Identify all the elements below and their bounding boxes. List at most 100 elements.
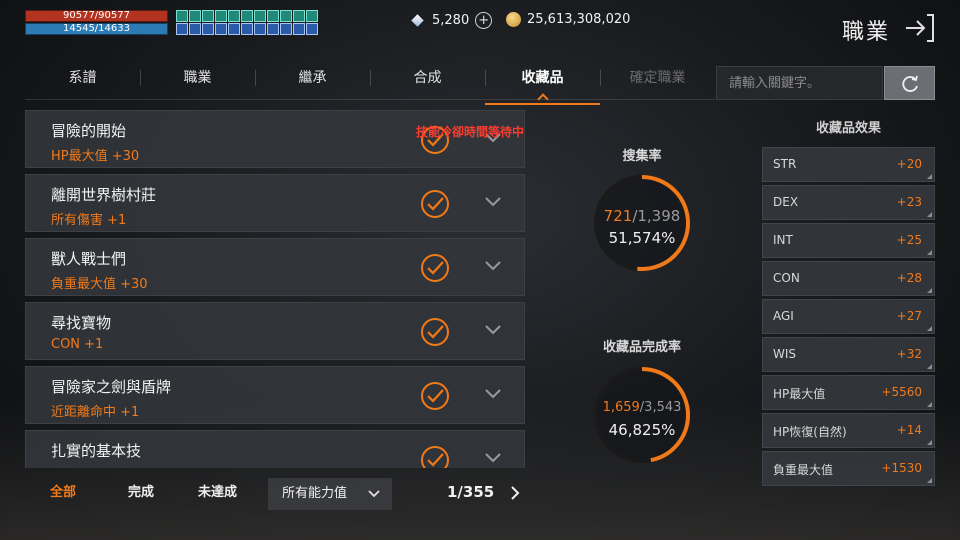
buff-icon[interactable] bbox=[202, 10, 214, 22]
effect-row[interactable]: HP最大值 +5560 bbox=[762, 375, 935, 410]
complete-rate-percent: 46,825% bbox=[608, 421, 676, 439]
effect-label: DEX bbox=[773, 195, 799, 209]
effect-row[interactable]: INT +25 bbox=[762, 223, 935, 258]
effect-row[interactable]: DEX +23 bbox=[762, 185, 935, 220]
tab-synthesis[interactable]: 合成 bbox=[370, 62, 485, 99]
chevron-down-icon[interactable] bbox=[484, 195, 502, 207]
dropdown-label: 所有能力值 bbox=[282, 486, 348, 501]
filter-all[interactable]: 全部 bbox=[50, 483, 76, 503]
item-bonus: HP最大值 +30 bbox=[51, 149, 140, 164]
stat-filter-dropdown[interactable]: 所有能力值 bbox=[268, 478, 392, 510]
item-name: 獸人戰士們 bbox=[51, 250, 127, 268]
page-indicator: 1/355 bbox=[447, 483, 495, 501]
effect-label: HP恢復(自然) bbox=[773, 425, 847, 439]
chevron-down-icon[interactable] bbox=[484, 387, 502, 399]
effect-row[interactable]: 負重最大值 +1530 bbox=[762, 451, 935, 486]
tab-confirm-class[interactable]: 確定職業 bbox=[600, 62, 715, 99]
tab-lineage[interactable]: 系譜 bbox=[25, 62, 140, 99]
effect-label: INT bbox=[773, 233, 793, 247]
collection-list[interactable]: 冒險的開始 HP最大值 +30 離開世界樹村莊 所有傷害 +1 獸人戰士們 負重… bbox=[25, 110, 525, 468]
collection-item[interactable]: 扎實的基本技 bbox=[25, 430, 525, 468]
buff-icon[interactable] bbox=[254, 23, 266, 35]
filter-done[interactable]: 完成 bbox=[128, 483, 154, 503]
effects-title: 收藏品效果 bbox=[815, 121, 881, 136]
item-name: 尋找寶物 bbox=[51, 314, 112, 332]
item-bonus: 所有傷害 +1 bbox=[51, 213, 127, 228]
effect-value: +20 bbox=[896, 157, 922, 171]
effect-row[interactable]: HP恢復(自然) +14 bbox=[762, 413, 935, 448]
buff-icon[interactable] bbox=[241, 23, 253, 35]
effect-row[interactable]: AGI +27 bbox=[762, 299, 935, 334]
buff-icon[interactable] bbox=[280, 10, 292, 22]
effect-value: +32 bbox=[896, 347, 922, 361]
tab-class[interactable]: 職業 bbox=[140, 62, 255, 99]
check-icon[interactable] bbox=[420, 381, 450, 411]
buff-icon[interactable] bbox=[280, 23, 292, 35]
refresh-button[interactable] bbox=[884, 66, 935, 100]
check-icon[interactable] bbox=[420, 189, 450, 219]
effect-row[interactable]: CON +28 bbox=[762, 261, 935, 296]
effect-label: WIS bbox=[773, 347, 797, 361]
diamond-icon bbox=[410, 14, 426, 28]
exit-icon[interactable] bbox=[904, 12, 936, 44]
effect-label: STR bbox=[773, 157, 797, 171]
effect-value: +5560 bbox=[881, 385, 922, 399]
effect-value: +27 bbox=[896, 309, 922, 323]
tab-collection[interactable]: 收藏品 bbox=[485, 62, 600, 105]
check-icon[interactable] bbox=[420, 253, 450, 283]
buff-icon[interactable] bbox=[306, 10, 318, 22]
effect-label: AGI bbox=[773, 309, 794, 323]
collection-item[interactable]: 尋找寶物 CON +1 bbox=[25, 302, 525, 360]
complete-rate-ring bbox=[594, 367, 690, 463]
effect-label: CON bbox=[773, 271, 800, 285]
buff-icon[interactable] bbox=[176, 10, 188, 22]
gold-currency: 25,613,308,020 bbox=[506, 12, 630, 27]
collection-item[interactable]: 離開世界樹村莊 所有傷害 +1 bbox=[25, 174, 525, 232]
collect-rate-count: 721/1,398 bbox=[603, 207, 681, 225]
buff-icon[interactable] bbox=[189, 23, 201, 35]
coin-icon bbox=[506, 12, 521, 27]
buff-icon[interactable] bbox=[241, 10, 253, 22]
complete-rate-count: 1,659/3,543 bbox=[602, 400, 682, 415]
hp-bar: 90577/90577 bbox=[25, 10, 168, 22]
buff-icon[interactable] bbox=[254, 10, 266, 22]
collection-item[interactable]: 獸人戰士們 負重最大值 +30 bbox=[25, 238, 525, 296]
buff-icon[interactable] bbox=[267, 23, 279, 35]
buff-icon[interactable] bbox=[202, 23, 214, 35]
tab-inherit[interactable]: 繼承 bbox=[255, 62, 370, 99]
filter-undone[interactable]: 未達成 bbox=[198, 483, 237, 503]
chevron-down-icon[interactable] bbox=[484, 259, 502, 271]
effect-value: +14 bbox=[896, 423, 922, 437]
chevron-down-icon[interactable] bbox=[484, 451, 502, 463]
effect-value: +23 bbox=[896, 195, 922, 209]
buff-icon[interactable] bbox=[215, 23, 227, 35]
buff-icon[interactable] bbox=[267, 10, 279, 22]
effects-list: STR +20 DEX +23 INT +25 CON +28 AGI +27 WIS +3… bbox=[762, 147, 935, 489]
collection-item[interactable]: 冒險家之劍與盾牌 近距離命中 +1 bbox=[25, 366, 525, 424]
buff-icon[interactable] bbox=[306, 23, 318, 35]
effect-value: +25 bbox=[896, 233, 922, 247]
buff-icon[interactable] bbox=[176, 23, 188, 35]
complete-rate-title: 收藏品完成率 bbox=[602, 340, 681, 355]
buff-icon[interactable] bbox=[293, 23, 305, 35]
buff-icons[interactable] bbox=[176, 10, 318, 36]
effect-row[interactable]: STR +20 bbox=[762, 147, 935, 182]
check-icon[interactable] bbox=[420, 317, 450, 347]
gold-amount: 25,613,308,020 bbox=[527, 12, 631, 27]
buff-icon[interactable] bbox=[293, 10, 305, 22]
chevron-down-icon[interactable] bbox=[484, 323, 502, 335]
next-page-icon[interactable] bbox=[509, 485, 521, 501]
item-bonus: 近距離命中 +1 bbox=[51, 405, 140, 420]
check-icon[interactable] bbox=[420, 445, 450, 468]
add-diamond-button[interactable]: + bbox=[475, 12, 493, 29]
diamond-amount: 5,280 bbox=[432, 13, 470, 28]
buff-icon[interactable] bbox=[215, 10, 227, 22]
effect-row[interactable]: WIS +32 bbox=[762, 337, 935, 372]
buff-icon[interactable] bbox=[228, 23, 240, 35]
buff-icon[interactable] bbox=[228, 10, 240, 22]
diamond-currency: 5,280 + bbox=[410, 12, 493, 29]
buff-icon[interactable] bbox=[189, 10, 201, 22]
tab-caret bbox=[536, 93, 549, 105]
effect-label: HP最大值 bbox=[773, 387, 826, 401]
search-input[interactable] bbox=[716, 66, 883, 100]
